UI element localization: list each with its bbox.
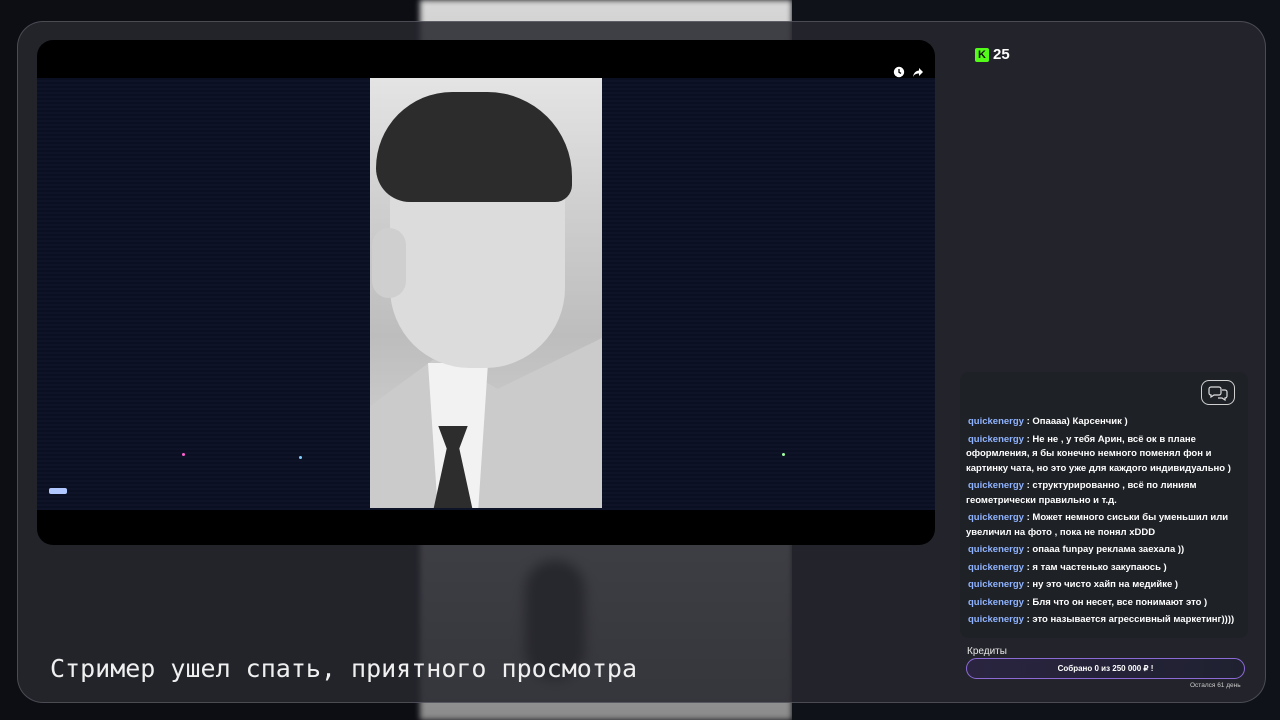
portrait-photo xyxy=(370,78,602,508)
chat-username[interactable]: quickenergy xyxy=(966,614,1024,625)
chat-username[interactable]: quickenergy xyxy=(966,512,1024,523)
chat-username[interactable]: quickenergy xyxy=(966,579,1024,590)
chat-message: quickenergy : Не не , у тебя Арин, всё о… xyxy=(966,433,1248,477)
chat-text: : опааа funpay реклама заехала )) xyxy=(1023,544,1185,555)
glitch-dot xyxy=(299,456,302,459)
share-icon[interactable] xyxy=(911,66,925,80)
chat-toggle-button[interactable] xyxy=(1201,380,1235,405)
offline-message: Стример ушел спать, приятного просмотра xyxy=(50,654,637,683)
chat-username[interactable]: quickenergy xyxy=(966,416,1024,427)
video-stage xyxy=(37,78,935,510)
donation-days-left: Остался 61 день xyxy=(1190,682,1241,689)
glitch-dot xyxy=(49,488,67,494)
chat-message: quickenergy : это называется агрессивный… xyxy=(966,613,1248,628)
chat-message-list: quickenergy : Опаааа) Карсенчик ) quicke… xyxy=(966,415,1248,631)
viewer-count: 25 xyxy=(993,46,1010,63)
chat-text: : я там частенько закупаюсь ) xyxy=(1023,561,1167,573)
chat-text: : Опаааа) Карсенчик ) xyxy=(1023,416,1128,427)
chat-username[interactable]: quickenergy xyxy=(966,597,1024,608)
chat-message: quickenergy : Опаааа) Карсенчик ) xyxy=(966,415,1248,430)
glitch-dot xyxy=(182,453,185,456)
glitch-dot xyxy=(782,453,785,456)
clock-icon[interactable] xyxy=(892,66,906,80)
donation-progress-bar: Собрано 0 из 250 000 ₽ ! xyxy=(966,658,1245,679)
chat-message: quickenergy : Бля что он несет, все пони… xyxy=(966,596,1248,611)
donation-progress-text: Собрано 0 из 250 000 ₽ ! xyxy=(1057,664,1154,673)
chat-message: quickenergy : я там частенько закупаюсь … xyxy=(966,561,1248,576)
chat-username[interactable]: quickenergy xyxy=(966,434,1024,445)
chat-username[interactable]: quickenergy xyxy=(966,480,1024,491)
ear xyxy=(372,228,406,298)
chat-message: quickenergy : ну это чисто хайп на медий… xyxy=(966,578,1248,593)
chat-message: quickenergy : опааа funpay реклама заеха… xyxy=(966,543,1248,558)
hair xyxy=(376,92,572,202)
chat-username[interactable]: quickenergy xyxy=(966,544,1024,555)
kick-logo-icon: K xyxy=(975,47,989,62)
chat-message: quickenergy : Может немного сиськи бы ум… xyxy=(966,511,1248,540)
video-player[interactable] xyxy=(37,40,935,545)
chat-text: : Бля что он несет, все понимают это ) xyxy=(1023,596,1208,608)
chat-text: : ну это чисто хайп на медийке ) xyxy=(1023,579,1179,590)
chat-username[interactable]: quickenergy xyxy=(966,562,1024,573)
donation-label: Кредиты xyxy=(967,646,1007,657)
viewer-counter: K 25 xyxy=(975,46,1010,63)
chat-text: : это называется агрессивный маркетинг))… xyxy=(1023,614,1235,625)
chat-message: quickenergy : структурированно , всё по … xyxy=(966,479,1248,508)
chat-bubble-icon xyxy=(1208,385,1228,401)
